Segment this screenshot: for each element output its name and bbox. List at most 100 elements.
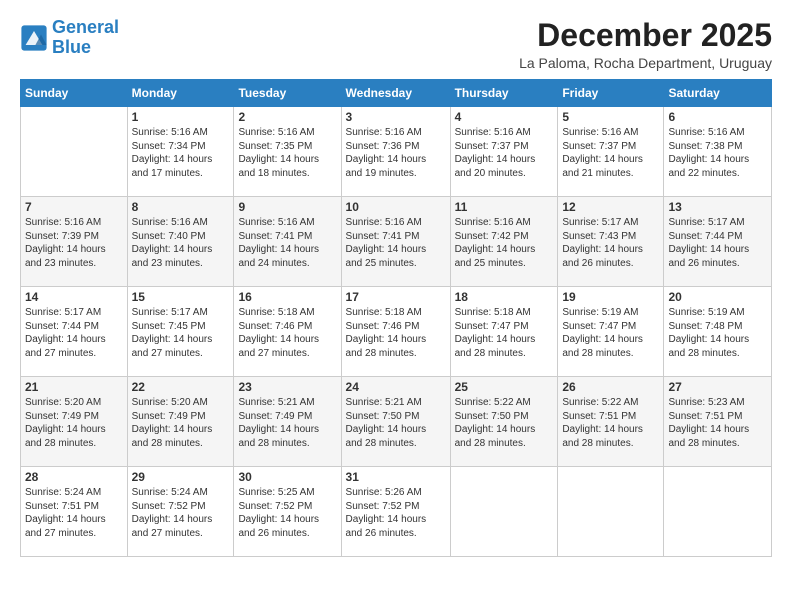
calendar-day-cell: 3Sunrise: 5:16 AMSunset: 7:36 PMDaylight… xyxy=(341,107,450,197)
logo: General Blue xyxy=(20,18,119,58)
day-number: 27 xyxy=(668,380,767,394)
calendar-day-cell xyxy=(450,467,558,557)
calendar-day-cell: 20Sunrise: 5:19 AMSunset: 7:48 PMDayligh… xyxy=(664,287,772,377)
day-number: 10 xyxy=(346,200,446,214)
calendar-week-row: 28Sunrise: 5:24 AMSunset: 7:51 PMDayligh… xyxy=(21,467,772,557)
logo-text: General Blue xyxy=(52,18,119,58)
day-number: 13 xyxy=(668,200,767,214)
calendar-day-cell: 28Sunrise: 5:24 AMSunset: 7:51 PMDayligh… xyxy=(21,467,128,557)
day-info: Sunrise: 5:16 AMSunset: 7:35 PMDaylight:… xyxy=(238,126,336,180)
day-info: Sunrise: 5:17 AMSunset: 7:45 PMDaylight:… xyxy=(132,306,230,360)
calendar-day-cell: 27 Sunrise: 5:23 AMSunset: 7:51 PMDayligh… xyxy=(664,377,772,467)
calendar-day-cell: 14 Sunrise: 5:17 AMSunset: 7:44 PMDayligh… xyxy=(21,287,128,377)
day-number: 30 xyxy=(238,470,336,484)
day-number: 8 xyxy=(132,200,230,214)
day-info: Sunrise: 5:18 AMSunset: 7:46 PMDaylight:… xyxy=(346,306,446,360)
day-number: 21 xyxy=(25,380,123,394)
day-info: Sunrise: 5:22 AMSunset: 7:51 PMDaylight:… xyxy=(562,396,659,450)
day-number: 17 xyxy=(346,290,446,304)
calendar-day-cell: 15 Sunrise: 5:17 AMSunset: 7:45 PMDayligh… xyxy=(127,287,234,377)
calendar-day-cell: 23 Sunrise: 5:21 AMSunset: 7:49 PMDayligh… xyxy=(234,377,341,467)
calendar-header-row: SundayMondayTuesdayWednesdayThursdayFrid… xyxy=(21,80,772,107)
calendar-day-cell: 21 Sunrise: 5:20 AMSunset: 7:49 PMDayligh… xyxy=(21,377,128,467)
day-info: Sunrise: 5:18 AMSunset: 7:47 PMDaylight:… xyxy=(455,306,554,360)
calendar-day-cell: 13 Sunrise: 5:17 AMSunset: 7:44 PMDayligh… xyxy=(664,197,772,287)
calendar-day-header: Monday xyxy=(127,80,234,107)
calendar-day-header: Wednesday xyxy=(341,80,450,107)
calendar-day-header: Saturday xyxy=(664,80,772,107)
day-number: 19 xyxy=(562,290,659,304)
day-info: Sunrise: 5:16 AMSunset: 7:36 PMDaylight:… xyxy=(346,126,446,180)
calendar-day-cell: 17 Sunrise: 5:18 AMSunset: 7:46 PMDayligh… xyxy=(341,287,450,377)
day-number: 11 xyxy=(455,200,554,214)
calendar-day-cell: 16Sunrise: 5:18 AMSunset: 7:46 PMDayligh… xyxy=(234,287,341,377)
calendar-day-cell xyxy=(558,467,664,557)
day-number: 23 xyxy=(238,380,336,394)
day-info: Sunrise: 5:16 AMSunset: 7:41 PMDaylight:… xyxy=(346,216,446,270)
day-number: 1 xyxy=(132,110,230,124)
calendar-week-row: 14 Sunrise: 5:17 AMSunset: 7:44 PMDayligh… xyxy=(21,287,772,377)
location-subtitle: La Paloma, Rocha Department, Uruguay xyxy=(519,55,772,71)
calendar-day-cell: 6 Sunrise: 5:16 AMSunset: 7:38 PMDaylight… xyxy=(664,107,772,197)
day-number: 4 xyxy=(455,110,554,124)
day-number: 25 xyxy=(455,380,554,394)
calendar-day-cell: 12 Sunrise: 5:17 AMSunset: 7:43 PMDayligh… xyxy=(558,197,664,287)
calendar-day-header: Thursday xyxy=(450,80,558,107)
calendar-week-row: 1Sunrise: 5:16 AMSunset: 7:34 PMDaylight… xyxy=(21,107,772,197)
day-number: 2 xyxy=(238,110,336,124)
calendar-day-cell: 11Sunrise: 5:16 AMSunset: 7:42 PMDayligh… xyxy=(450,197,558,287)
day-info: Sunrise: 5:24 AMSunset: 7:51 PMDaylight:… xyxy=(25,486,123,540)
main-container: General Blue December 2025 La Paloma, Ro… xyxy=(0,0,792,567)
day-number: 5 xyxy=(562,110,659,124)
calendar-day-cell: 26 Sunrise: 5:22 AMSunset: 7:51 PMDayligh… xyxy=(558,377,664,467)
day-info: Sunrise: 5:22 AMSunset: 7:50 PMDaylight:… xyxy=(455,396,554,450)
day-number: 15 xyxy=(132,290,230,304)
month-title: December 2025 xyxy=(519,18,772,53)
day-number: 16 xyxy=(238,290,336,304)
day-info: Sunrise: 5:17 AMSunset: 7:44 PMDaylight:… xyxy=(25,306,123,360)
calendar-day-cell: 24Sunrise: 5:21 AMSunset: 7:50 PMDayligh… xyxy=(341,377,450,467)
calendar-day-cell: 4Sunrise: 5:16 AMSunset: 7:37 PMDaylight… xyxy=(450,107,558,197)
title-block: December 2025 La Paloma, Rocha Departmen… xyxy=(519,18,772,71)
day-number: 29 xyxy=(132,470,230,484)
calendar-week-row: 7Sunrise: 5:16 AMSunset: 7:39 PMDaylight… xyxy=(21,197,772,287)
calendar-day-cell: 29 Sunrise: 5:24 AMSunset: 7:52 PMDayligh… xyxy=(127,467,234,557)
calendar-day-header: Sunday xyxy=(21,80,128,107)
calendar-day-cell: 31Sunrise: 5:26 AMSunset: 7:52 PMDayligh… xyxy=(341,467,450,557)
header: General Blue December 2025 La Paloma, Ro… xyxy=(20,18,772,71)
day-number: 26 xyxy=(562,380,659,394)
day-number: 9 xyxy=(238,200,336,214)
calendar-day-cell: 10 Sunrise: 5:16 AMSunset: 7:41 PMDayligh… xyxy=(341,197,450,287)
calendar-day-header: Friday xyxy=(558,80,664,107)
day-info: Sunrise: 5:24 AMSunset: 7:52 PMDaylight:… xyxy=(132,486,230,540)
calendar-day-header: Tuesday xyxy=(234,80,341,107)
day-info: Sunrise: 5:20 AMSunset: 7:49 PMDaylight:… xyxy=(25,396,123,450)
calendar-day-cell: 19 Sunrise: 5:19 AMSunset: 7:47 PMDayligh… xyxy=(558,287,664,377)
day-info: Sunrise: 5:17 AMSunset: 7:43 PMDaylight:… xyxy=(562,216,659,270)
day-info: Sunrise: 5:23 AMSunset: 7:51 PMDaylight:… xyxy=(668,396,767,450)
day-info: Sunrise: 5:16 AMSunset: 7:37 PMDaylight:… xyxy=(562,126,659,180)
day-info: Sunrise: 5:17 AMSunset: 7:44 PMDaylight:… xyxy=(668,216,767,270)
calendar-week-row: 21 Sunrise: 5:20 AMSunset: 7:49 PMDayligh… xyxy=(21,377,772,467)
day-info: Sunrise: 5:16 AMSunset: 7:38 PMDaylight:… xyxy=(668,126,767,180)
calendar-day-cell: 9 Sunrise: 5:16 AMSunset: 7:41 PMDaylight… xyxy=(234,197,341,287)
calendar-day-cell: 8Sunrise: 5:16 AMSunset: 7:40 PMDaylight… xyxy=(127,197,234,287)
day-info: Sunrise: 5:26 AMSunset: 7:52 PMDaylight:… xyxy=(346,486,446,540)
calendar-day-cell xyxy=(664,467,772,557)
calendar-day-cell: 25 Sunrise: 5:22 AMSunset: 7:50 PMDayligh… xyxy=(450,377,558,467)
day-number: 6 xyxy=(668,110,767,124)
day-number: 14 xyxy=(25,290,123,304)
day-info: Sunrise: 5:16 AMSunset: 7:41 PMDaylight:… xyxy=(238,216,336,270)
calendar-day-cell: 5 Sunrise: 5:16 AMSunset: 7:37 PMDaylight… xyxy=(558,107,664,197)
calendar-day-cell: 22Sunrise: 5:20 AMSunset: 7:49 PMDayligh… xyxy=(127,377,234,467)
day-info: Sunrise: 5:19 AMSunset: 7:47 PMDaylight:… xyxy=(562,306,659,360)
day-number: 18 xyxy=(455,290,554,304)
calendar-day-cell: 30Sunrise: 5:25 AMSunset: 7:52 PMDayligh… xyxy=(234,467,341,557)
day-info: Sunrise: 5:21 AMSunset: 7:49 PMDaylight:… xyxy=(238,396,336,450)
day-info: Sunrise: 5:16 AMSunset: 7:39 PMDaylight:… xyxy=(25,216,123,270)
calendar-day-cell: 18 Sunrise: 5:18 AMSunset: 7:47 PMDayligh… xyxy=(450,287,558,377)
calendar-day-cell: 7Sunrise: 5:16 AMSunset: 7:39 PMDaylight… xyxy=(21,197,128,287)
day-number: 12 xyxy=(562,200,659,214)
calendar-table: SundayMondayTuesdayWednesdayThursdayFrid… xyxy=(20,79,772,557)
day-info: Sunrise: 5:19 AMSunset: 7:48 PMDaylight:… xyxy=(668,306,767,360)
